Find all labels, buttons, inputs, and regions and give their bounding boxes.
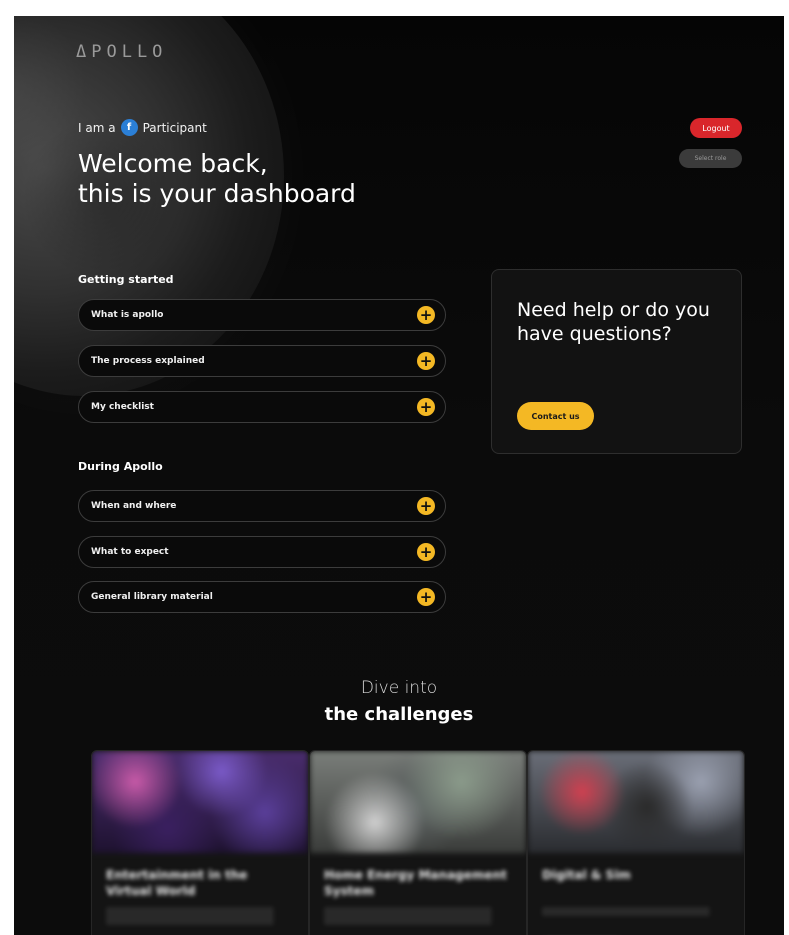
accordion-item-general-library[interactable]: General library material + <box>78 581 446 613</box>
dashboard-page: ΔPOLLO I am a f Participant Welcome back… <box>14 16 784 935</box>
challenge-card[interactable]: Home Energy Management System <box>309 750 527 935</box>
challenges-heading-line-1: Dive into <box>360 678 438 698</box>
during-apollo-heading: During Apollo <box>78 460 163 473</box>
accordion-label: The process explained <box>91 356 205 366</box>
accordion-label: General library material <box>91 592 213 602</box>
challenge-card-image <box>310 751 526 853</box>
accordion-label: What is apollo <box>91 310 164 320</box>
welcome-line-1: Welcome back, <box>78 149 268 178</box>
plus-icon[interactable]: + <box>417 543 435 561</box>
help-card: Need help or do you have questions? Cont… <box>491 269 742 454</box>
welcome-line-2: this is your dashboard <box>78 179 356 208</box>
accordion-item-process-explained[interactable]: The process explained + <box>78 345 446 377</box>
getting-started-heading: Getting started <box>78 273 174 286</box>
accordion-item-what-is-apollo[interactable]: What is apollo + <box>78 299 446 331</box>
challenge-card-image <box>528 751 744 853</box>
challenge-card[interactable]: Entertainment in the Virtual World <box>91 750 309 935</box>
plus-icon[interactable]: + <box>417 352 435 370</box>
challenge-card-image <box>92 751 308 853</box>
accordion-item-my-checklist[interactable]: My checklist + <box>78 391 446 423</box>
apollo-logo[interactable]: ΔPOLLO <box>76 42 167 62</box>
challenge-card-title: Home Energy Management System <box>324 868 507 898</box>
role-indicator: I am a f Participant <box>78 119 207 136</box>
accordion-label: What to expect <box>91 547 169 557</box>
accordion-label: When and where <box>91 501 177 511</box>
challenge-card[interactable]: Digital & Sim <box>527 750 745 935</box>
plus-icon[interactable]: + <box>417 588 435 606</box>
challenge-card-title: Entertainment in the Virtual World <box>106 868 248 898</box>
plus-icon[interactable]: + <box>417 306 435 324</box>
challenge-card-description <box>542 907 728 916</box>
role-name: Participant <box>142 120 207 135</box>
plus-icon[interactable]: + <box>417 497 435 515</box>
challenge-card-description <box>106 907 292 925</box>
challenge-card-title: Digital & Sim <box>542 868 631 882</box>
select-role-button[interactable]: Select role <box>679 149 742 168</box>
role-prefix: I am a <box>78 120 116 135</box>
plus-icon[interactable]: + <box>417 398 435 416</box>
role-icon: f <box>120 119 138 136</box>
logout-button[interactable]: Logout <box>690 118 742 138</box>
help-card-title: Need help or do you have questions? <box>517 299 710 345</box>
challenge-card-description <box>324 907 510 925</box>
accordion-item-when-and-where[interactable]: When and where + <box>78 490 446 522</box>
contact-us-button[interactable]: Contact us <box>517 402 594 430</box>
challenges-heading-line-2: the challenges <box>324 704 474 725</box>
accordion-item-what-to-expect[interactable]: What to expect + <box>78 536 446 568</box>
accordion-label: My checklist <box>91 402 154 412</box>
page-title: Welcome back, this is your dashboard <box>78 149 356 209</box>
